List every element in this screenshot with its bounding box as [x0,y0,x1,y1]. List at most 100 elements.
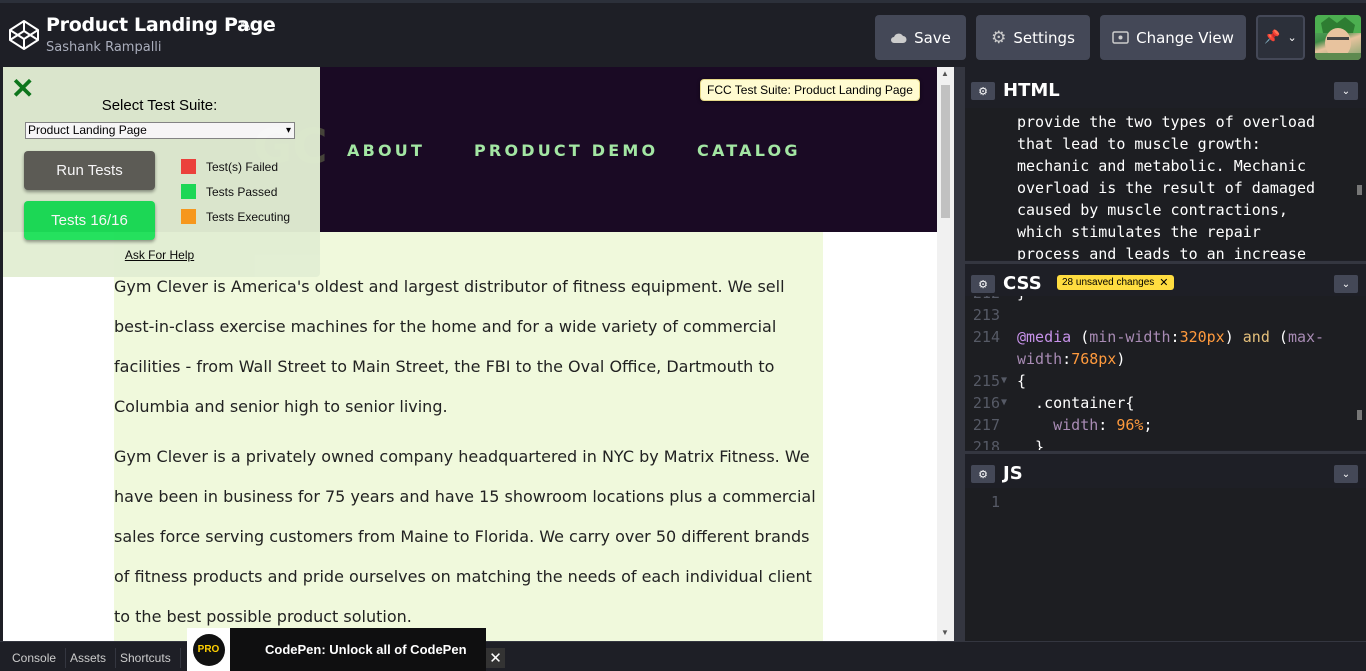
code-token: : [1170,328,1180,346]
legend-failed: Test(s) Failed [181,159,278,174]
code-line: caused by muscle contractions, [1017,201,1288,219]
codepen-logo-icon[interactable] [8,19,40,51]
gear-icon[interactable]: ⚙ [971,275,995,293]
code-token: ) [1116,350,1126,368]
code-token: ; [1143,416,1153,434]
gear-icon: ⚙ [991,27,1007,48]
pen-author[interactable]: Sashank Rampalli [46,40,162,55]
code-token: 768px [1071,350,1117,368]
preview-pane: GC ABOUT PRODUCT DEMO CATALOG FCC Test S… [3,67,937,641]
fcc-test-suite-badge[interactable]: FCC Test Suite: Product Landing Page [700,79,920,101]
line-number: 217 [972,416,1000,434]
css-editor-title: CSS [1003,273,1042,294]
scroll-down-icon[interactable]: ▼ [941,628,949,637]
code-line: which stimulates the repair [1017,223,1261,241]
fold-arrow-icon[interactable]: ▼ [1001,392,1007,414]
chevron-down-icon[interactable]: ⌄ [1334,82,1358,100]
cloud-icon [891,33,907,43]
nav-link-about[interactable]: ABOUT [347,141,425,160]
about-paragraph: Gym Clever is a privately owned company … [114,447,816,626]
pro-logo: PRO [187,628,230,671]
line-number: 215 [972,372,1000,390]
fcc-test-panel: ✕ Select Test Suite: Product Landing Pag… [3,67,320,277]
html-editor-code[interactable]: provide the two types of overload that l… [965,108,1366,260]
settings-button[interactable]: ⚙ Settings [976,15,1090,60]
test-suite-select[interactable]: Product Landing Page ▾ [25,122,295,139]
about-paragraph: Gym Clever is America's oldest and large… [114,277,785,416]
scrollbar-thumb[interactable] [941,85,950,218]
close-icon[interactable]: ✕ [1159,276,1168,289]
fold-arrow-icon[interactable]: ▼ [1001,370,1007,392]
chevron-down-icon[interactable]: ⌄ [1334,275,1358,293]
shortcuts-button[interactable]: Shortcuts [111,648,181,668]
css-editor-code[interactable]: 212 } 213 214 @media (min-width:320px) a… [965,296,1366,450]
console-button[interactable]: Console [3,648,67,668]
unsaved-changes-badge[interactable]: 28 unsaved changes ✕ [1057,275,1174,290]
legend-label: Tests Passed [206,184,278,199]
pencil-icon[interactable]: ✎ [240,18,252,35]
js-editor-code[interactable]: 1 [965,488,1366,641]
code-token: 96% [1116,416,1144,434]
code-token: width [1017,416,1099,434]
change-view-label: Change View [1136,28,1234,47]
user-avatar[interactable] [1315,15,1361,60]
nav-link-product-demo[interactable]: PRODUCT DEMO [474,141,658,160]
avatar-image [1315,15,1361,60]
line-number: 218 [972,438,1000,450]
unsaved-changes-label: 28 unsaved changes [1062,277,1155,288]
code-token: ( [1269,328,1288,346]
code-line: that lead to muscle growth: [1017,135,1261,153]
code-token: width [1017,350,1063,368]
legend-executing: Tests Executing [181,209,290,224]
line-number: 213 [972,306,1000,324]
test-suite-value: Product Landing Page [28,123,147,137]
scroll-up-icon[interactable]: ▲ [941,69,949,78]
eye-icon [1112,31,1129,44]
chevron-down-icon[interactable]: ⌄ [1334,465,1358,483]
gear-icon[interactable]: ⚙ [971,82,995,100]
code-line: width:768px) [1017,348,1125,370]
code-token: ( [1071,328,1090,346]
save-button[interactable]: Save [875,15,966,60]
pane-resizer[interactable] [954,67,965,641]
pin-icon: 📌 [1264,30,1281,45]
code-line: @media (min-width:320px) and (max- [1017,326,1324,348]
nav-link-catalog[interactable]: CATALOG [697,141,801,160]
run-tests-button[interactable]: Run Tests [24,151,155,190]
html-editor-title: HTML [1003,80,1060,101]
legend-label: Tests Executing [206,209,291,224]
line-number: 216 [972,394,1000,412]
legend-label: Test(s) Failed [206,159,279,174]
editor-scrollbar[interactable] [1357,410,1362,420]
code-line: width: 96%; [1017,414,1152,436]
pin-menu-button[interactable]: 📌 ⌄ [1256,15,1305,60]
close-icon[interactable]: ✕ [486,648,505,668]
code-token: max- [1287,328,1325,346]
line-number: 212 [970,296,1000,304]
legend-passed: Tests Passed [181,184,277,199]
html-editor-header: ⚙ HTML ⌄ [965,71,1366,108]
editor-scrollbar[interactable] [1357,185,1362,195]
js-editor-header: ⚙ JS ⌄ [965,454,1366,491]
assets-button[interactable]: Assets [61,648,117,668]
pro-promo-banner[interactable]: PRO CodePen: Unlock all of CodePen [187,628,486,671]
code-line: provide the two types of overload [1017,113,1316,131]
select-test-suite-label: Select Test Suite: [101,97,218,114]
code-token: ) [1224,328,1243,346]
line-number: 214 [972,328,1000,346]
gear-icon[interactable]: ⚙ [971,465,995,483]
preview-scrollbar[interactable]: ▲ ▼ [937,67,954,641]
pro-badge: PRO [192,633,225,666]
code-line: { [1017,372,1027,390]
line-number: 1 [990,493,1000,511]
ask-for-help-link[interactable]: Ask For Help [3,248,316,262]
change-view-button[interactable]: Change View [1100,15,1246,60]
code-token: @media [1017,328,1072,346]
code-line: } [1017,296,1026,304]
app-header: Product Landing Page ✎ Sashank Rampalli … [0,0,1366,67]
tests-result-button[interactable]: Tests 16/16 [24,201,155,240]
code-token: 320px [1179,328,1225,346]
code-line: mechanic and metabolic. Mechanic [1017,157,1306,175]
code-line: } [1017,438,1045,450]
code-line: overload is the result of damaged [1017,179,1316,197]
